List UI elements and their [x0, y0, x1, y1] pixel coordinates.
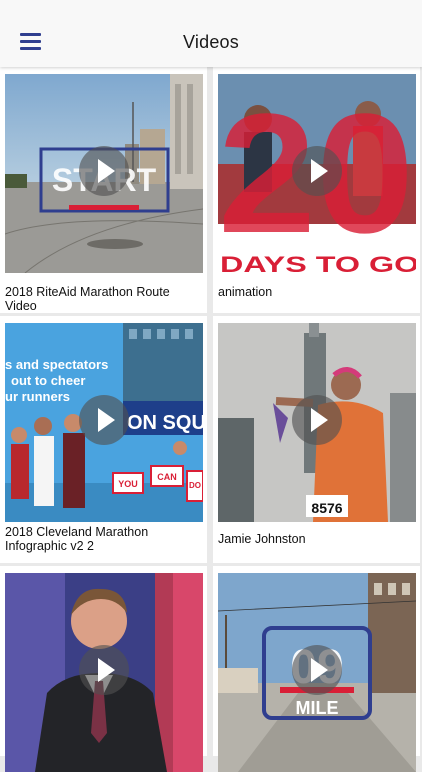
infographic-line-2: out to cheer	[11, 373, 85, 388]
mile-label: MILE	[296, 698, 339, 718]
play-button-icon[interactable]	[292, 394, 342, 445]
infographic-line-3: ur runners	[5, 389, 70, 404]
video-thumbnail: 8576	[218, 323, 416, 522]
video-card-infographic[interactable]: s and spectators out to cheer ur runners…	[0, 316, 207, 563]
video-card-route[interactable]: START 2018 RiteAid Marathon Route Video	[0, 67, 207, 313]
race-bib-number: 8576	[311, 500, 342, 516]
infographic-sign-you: YOU	[118, 479, 138, 489]
play-button-icon[interactable]	[292, 145, 342, 196]
video-title: 2018 Cleveland Marathon Infographic v2 2	[5, 525, 149, 553]
video-title: Jamie Johnston	[218, 532, 306, 546]
video-thumbnail: s and spectators out to cheer ur runners…	[5, 323, 203, 522]
video-title: 2018 RiteAid Marathon Route Video	[5, 285, 170, 313]
video-card-jamie[interactable]: 8576 Jamie Johnston	[213, 316, 420, 563]
app-header: Videos	[0, 0, 422, 67]
video-card-mile[interactable]: 09 MILE	[213, 566, 420, 772]
infographic-sign-do: DO	[189, 481, 201, 490]
video-title: animation	[218, 285, 273, 299]
play-button-icon[interactable]	[79, 644, 129, 695]
video-thumbnail: 20 DAYS TO GO!	[218, 74, 416, 273]
page-title: Videos	[183, 32, 239, 52]
play-button-icon[interactable]	[79, 394, 129, 445]
video-thumbnail	[5, 573, 203, 772]
video-card-animation[interactable]: 20 DAYS TO GO! animation	[213, 67, 420, 313]
infographic-sign-can: CAN	[157, 472, 177, 482]
video-card-interview[interactable]	[0, 566, 207, 772]
infographic-line-1: s and spectators	[5, 357, 108, 372]
video-thumbnail: START	[5, 74, 203, 273]
infographic-sign-text: ON SQU	[127, 412, 203, 434]
play-button-icon[interactable]	[292, 644, 342, 695]
days-to-go-text: DAYS TO GO!	[220, 252, 416, 273]
play-button-icon[interactable]	[79, 145, 129, 196]
video-thumbnail: 09 MILE	[218, 573, 416, 772]
